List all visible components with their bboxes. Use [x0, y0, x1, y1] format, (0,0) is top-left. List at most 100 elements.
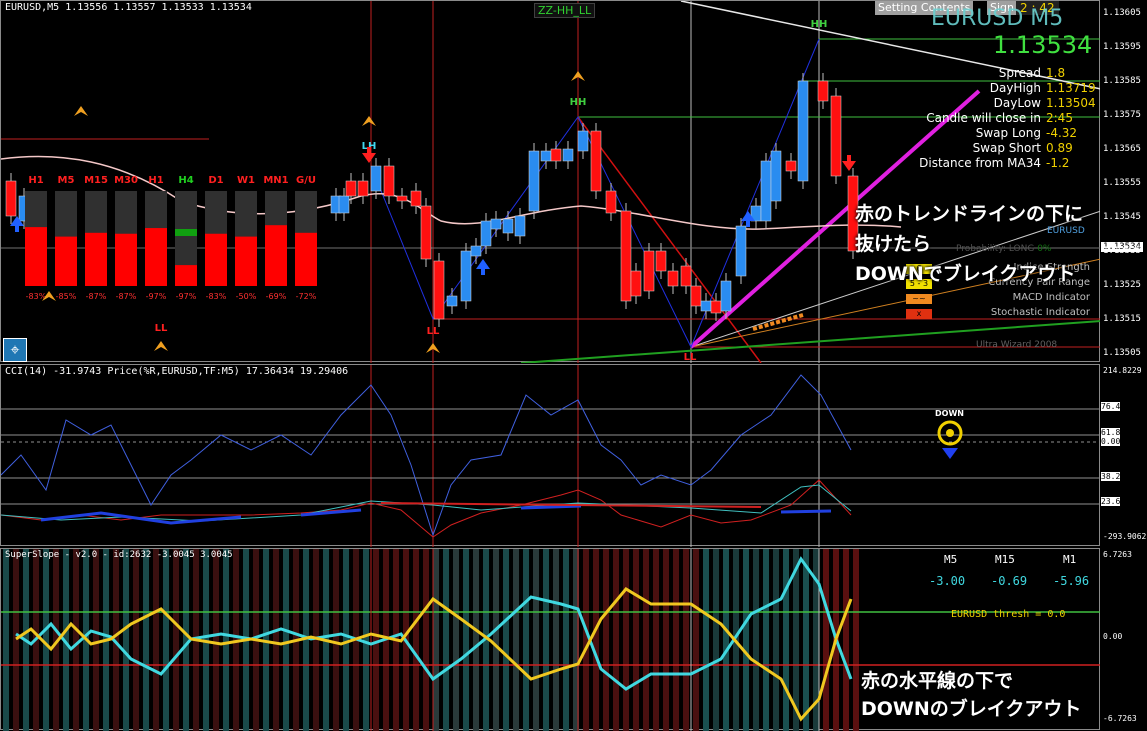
slope-histogram-bar — [773, 549, 779, 731]
price-tick: 1.13565 — [1103, 144, 1141, 154]
slope-histogram-bar — [213, 549, 219, 731]
info-row: Distance from MA34 -1.2 — [919, 156, 1070, 170]
slope-thresh: EURUSD thresh = 0.0 — [951, 609, 1066, 620]
candle-body — [577, 130, 589, 152]
crosshair-icon[interactable]: ⌖ — [3, 338, 27, 362]
slope-histogram-bar — [623, 549, 629, 731]
candle-body — [370, 165, 382, 192]
slope-tick: -6.7263 — [1103, 714, 1137, 723]
candle-body — [433, 260, 445, 320]
slope-histogram-bar — [163, 549, 169, 731]
slope-histogram-bar — [443, 549, 449, 731]
price-chart-pane[interactable]: H1 -83% M5 -85% M15 -87% M30 -87% H1 -97% H4 -97% D1… — [0, 0, 1101, 363]
candle-body — [550, 148, 562, 162]
slope-value-m15: -0.69 — [991, 574, 1028, 588]
slope-histogram-bar — [143, 549, 149, 731]
slope-histogram-bar — [683, 549, 689, 731]
info-row: Swap Long -4.32 — [975, 126, 1078, 140]
info-row: Candle will close in 2:45 — [926, 111, 1073, 125]
price-axis: 1.13534 1.13605 1.13595 1.13585 1.13575 1.13… — [1100, 0, 1147, 362]
slope-histogram-bar — [223, 549, 229, 731]
zigzag-marker: HH — [811, 19, 828, 30]
zigzag-marker: LL — [427, 326, 440, 337]
cci-canvas — [1, 365, 1101, 547]
fractal-arrow — [362, 116, 376, 126]
cci-tick: 76.4 — [1101, 402, 1121, 411]
slope-tf-m15: M15 — [995, 553, 1015, 566]
slope-histogram-bar — [123, 549, 129, 731]
tf-percent: -72% — [296, 292, 317, 301]
slope-histogram-bar — [413, 549, 419, 731]
candle-body — [630, 270, 642, 297]
candle-body — [817, 80, 829, 102]
slope-histogram-bar — [453, 549, 459, 731]
candle-body — [710, 300, 722, 314]
slope-histogram-bar — [73, 549, 79, 731]
slope-histogram-bar — [723, 549, 729, 731]
candle-body — [620, 210, 632, 302]
cci-tick: 23.6 — [1101, 497, 1121, 506]
tf-label: M30 — [114, 175, 138, 186]
zigzag-marker: HH — [570, 97, 587, 108]
tf-bar-red — [145, 228, 167, 286]
candle-body — [700, 300, 712, 312]
tf-bar-green — [175, 229, 197, 236]
candle-body — [514, 215, 526, 237]
superslope-pane[interactable]: SuperSlope - v2.0 - id:2632 -3.0045 3.00… — [0, 548, 1101, 731]
price-tick: 1.13525 — [1103, 280, 1141, 290]
tf-label: M15 — [84, 175, 108, 186]
candle-body — [690, 285, 702, 307]
candle-body — [446, 295, 458, 307]
slope-histogram-bar — [153, 549, 159, 731]
signal-arrow-down — [842, 155, 856, 171]
tf-percent: -87% — [86, 292, 107, 301]
big-price: 1.13534 — [993, 31, 1093, 59]
slope-histogram-bar — [673, 549, 679, 731]
cci-tick: 214.8229 — [1103, 366, 1142, 375]
signal-arrow-up — [476, 259, 490, 275]
info-row: Swap Short 0.89 — [972, 141, 1073, 155]
cci-pane[interactable]: CCI(14) -31.9743 Price(%R,EURUSD,TF:M5) … — [0, 364, 1101, 547]
slope-histogram-bar — [543, 549, 549, 731]
superslope-axis: 6.7263 0.00 -6.7263 — [1100, 548, 1147, 730]
slope-histogram-bar — [643, 549, 649, 731]
cci-header: CCI(14) -31.9743 Price(%R,EURUSD,TF:M5) … — [5, 366, 349, 377]
info-row: DayHigh 1.13719 — [989, 81, 1096, 95]
slope-histogram-bar — [133, 549, 139, 731]
tf-bar-red — [235, 236, 257, 286]
candle-body — [528, 150, 540, 212]
tf-bar-red — [25, 227, 47, 286]
slope-histogram-bar — [343, 549, 349, 731]
tf-label: MN1 — [263, 175, 288, 186]
slope-histogram-bar — [603, 549, 609, 731]
cci-tick: 0.00 — [1101, 437, 1121, 446]
cci-tick: -293.9062 — [1103, 532, 1147, 541]
candle-body — [590, 130, 602, 192]
tf-percent: -85% — [56, 292, 77, 301]
chart-header: EURUSD,M5 1.13556 1.13557 1.13533 1.1353… — [5, 2, 252, 13]
candle-body — [396, 195, 408, 202]
candle-body — [5, 180, 17, 217]
candle-body — [410, 190, 422, 207]
cci-tick: 38.2 — [1101, 472, 1121, 481]
slope-histogram-bar — [553, 549, 559, 731]
zigzag-marker: LL — [155, 323, 168, 334]
info-row: DayLow 1.13504 — [993, 96, 1096, 110]
candle-body — [420, 205, 432, 260]
slope-histogram-bar — [703, 549, 709, 731]
slope-histogram-bar — [13, 549, 19, 731]
tf-label: W1 — [237, 175, 255, 186]
price-tick: 1.13585 — [1103, 76, 1141, 86]
slope-histogram-bar — [183, 549, 189, 731]
slope-histogram-bar — [173, 549, 179, 731]
candle-body — [760, 160, 772, 222]
candle-body — [667, 270, 679, 287]
price-tick: 1.13505 — [1103, 348, 1141, 358]
candle-body — [540, 150, 552, 162]
candle-body — [643, 250, 655, 292]
price-tick: 1.13605 — [1103, 8, 1141, 18]
slope-histogram-bar — [563, 549, 569, 731]
slope-histogram-bar — [273, 549, 279, 731]
slope-tick: 0.00 — [1103, 632, 1123, 641]
candle-body — [460, 250, 472, 302]
